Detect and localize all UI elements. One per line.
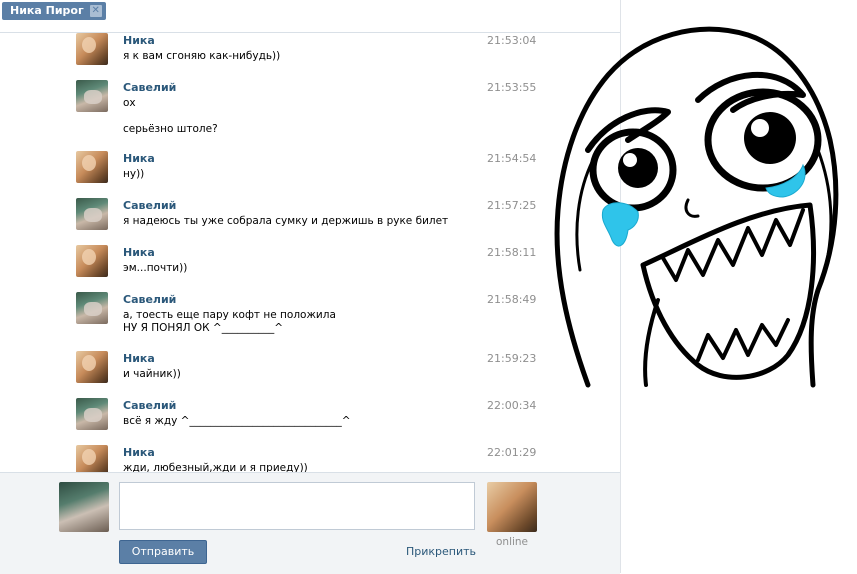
message-author[interactable]: Савелий [123,81,176,94]
message-history[interactable]: Ника 21:53:04 я к вам сгоняю как-нибудь)… [0,32,620,473]
nika-avatar[interactable] [76,245,108,277]
message-text: ну)) [123,168,145,180]
message-input[interactable] [119,482,475,530]
online-status: online [495,536,529,548]
send-button[interactable]: Отправить [119,540,207,564]
message-text: я к вам сгоняю как-нибудь)) [123,50,281,62]
message-author[interactable]: Савелий [123,199,176,212]
message-time: 22:01:29 [487,446,537,459]
message-text: эм...почти)) [123,262,188,274]
message-author[interactable]: Ника [123,352,155,365]
message-author[interactable]: Ника [123,34,155,47]
message-time: 21:58:11 [487,246,537,259]
message-text: серьёзно штоле? [123,123,218,135]
tab-bar: Ника Пирог ✕ [0,0,620,23]
message-time: 21:53:04 [487,34,537,47]
tab-title: Ника Пирог [10,4,84,17]
savely-avatar[interactable] [76,398,108,430]
message-time: 22:00:34 [487,399,537,412]
message-time: 21:57:25 [487,199,537,212]
nika-avatar[interactable] [76,151,108,183]
close-icon[interactable]: ✕ [89,5,102,17]
savely-avatar[interactable] [76,198,108,230]
savely-avatar[interactable] [76,80,108,112]
message-text: и чайник)) [123,368,181,380]
message-author[interactable]: Савелий [123,399,176,412]
message-author[interactable]: Ника [123,152,155,165]
message-author[interactable]: Ника [123,246,155,259]
message-time: 21:53:55 [487,81,537,94]
tab-chat-nika[interactable]: Ника Пирог ✕ [2,2,106,20]
my-avatar[interactable] [59,482,109,532]
message-time: 21:59:23 [487,352,537,365]
attach-link[interactable]: Прикрепить [406,545,476,558]
chat-window: Ника Пирог ✕ Ника 21:53:04 я к вам сгоня… [0,0,621,574]
message-author[interactable]: Савелий [123,293,176,306]
message-text: НУ Я ПОНЯЛ ОК ^__________^ [123,322,284,334]
message-text: я надеюсь ты уже собрала сумку и держишь… [123,215,449,227]
message-author[interactable]: Ника [123,446,155,459]
message-composer: online Отправить Прикрепить [0,472,620,574]
message-text: всё я жду ^_____________________________… [123,415,351,427]
nika-avatar[interactable] [76,445,108,473]
message-text: ох [123,97,136,109]
nika-avatar[interactable] [76,33,108,65]
message-time: 21:54:54 [487,152,537,165]
happy-tears-rage-face [554,26,839,388]
savely-avatar[interactable] [76,292,108,324]
message-text: а, тоесть еще пару кофт не положила [123,309,336,321]
peer-avatar[interactable] [487,482,537,532]
message-time: 21:58:49 [487,293,537,306]
nika-avatar[interactable] [76,351,108,383]
